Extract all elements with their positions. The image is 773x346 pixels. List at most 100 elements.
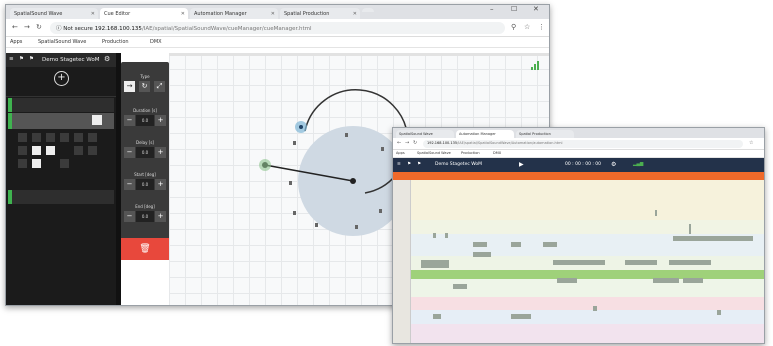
source-marker[interactable]: [259, 159, 271, 171]
flag-icon[interactable]: ⚑: [29, 56, 34, 62]
automation-block[interactable]: [655, 210, 657, 216]
bookmark-spatialsound-wave[interactable]: SpatialSound Wave: [417, 151, 451, 155]
automation-block[interactable]: [433, 233, 436, 238]
url-field[interactable]: ⓘ Not secure 192.168.100.135/IAE/spatial…: [50, 22, 505, 34]
tab-spatial-production[interactable]: Spatial Production: [516, 130, 574, 138]
automation-lanes[interactable]: [393, 180, 764, 343]
reload-icon[interactable]: ↻: [36, 23, 42, 31]
speaker-icon[interactable]: [345, 133, 348, 137]
back-icon[interactable]: ←: [12, 23, 18, 31]
pad-key[interactable]: [18, 146, 27, 155]
start-value[interactable]: 0.0: [136, 179, 154, 190]
bookmark-apps[interactable]: Apps: [10, 39, 22, 45]
toggle-icon[interactable]: [92, 115, 102, 125]
pad-key[interactable]: [88, 133, 97, 142]
automation-block[interactable]: [445, 233, 448, 238]
close-tab-icon[interactable]: ✕: [353, 11, 357, 17]
menu-icon[interactable]: ≡: [9, 56, 14, 62]
increment-button[interactable]: +: [155, 211, 166, 222]
pad-key[interactable]: [18, 159, 27, 168]
bookmark-production[interactable]: Production: [461, 151, 480, 155]
automation-block[interactable]: [473, 252, 491, 257]
delay-value[interactable]: 0.0: [136, 147, 154, 158]
back-icon[interactable]: ←: [397, 140, 401, 146]
speaker-icon[interactable]: [355, 225, 358, 229]
bookmark-spatialsound-wave[interactable]: SpatialSound Wave: [38, 39, 86, 45]
bookmark-apps[interactable]: Apps: [396, 151, 405, 155]
bookmark-dmx[interactable]: DMX: [150, 39, 162, 45]
url-field[interactable]: 192.168.100.135/IAE/spatial/SpatialSound…: [423, 140, 743, 148]
forward-icon[interactable]: →: [405, 140, 409, 146]
cue-item[interactable]: [8, 98, 114, 112]
speaker-icon[interactable]: [289, 181, 292, 185]
maximize-icon[interactable]: ☐: [511, 5, 517, 13]
speaker-icon[interactable]: [293, 141, 296, 145]
pad-key[interactable]: [46, 146, 55, 155]
menu-icon[interactable]: ⋮: [538, 23, 545, 31]
pad-key[interactable]: [60, 133, 69, 142]
automation-block[interactable]: [557, 278, 577, 283]
automation-block[interactable]: [511, 314, 531, 319]
pad-key[interactable]: [88, 146, 97, 155]
pad-key[interactable]: [46, 133, 55, 142]
automation-block[interactable]: [625, 260, 657, 265]
pad-key[interactable]: [18, 133, 27, 142]
menu-icon[interactable]: ≡: [397, 162, 401, 167]
end-value[interactable]: 0.0: [136, 211, 154, 222]
cue-item[interactable]: [8, 190, 114, 204]
expand-icon[interactable]: ⤢: [154, 81, 165, 92]
add-cue-button[interactable]: +: [54, 71, 69, 86]
automation-block[interactable]: [673, 236, 753, 241]
new-tab-button[interactable]: [362, 8, 374, 12]
close-tab-icon[interactable]: ✕: [91, 11, 95, 17]
settings-icon[interactable]: ⚙: [611, 161, 616, 168]
star-icon[interactable]: ☆: [524, 23, 530, 31]
close-tab-icon[interactable]: ✕: [271, 11, 275, 17]
lane[interactable]: [393, 279, 764, 297]
lane[interactable]: [393, 310, 764, 324]
lane[interactable]: [393, 297, 764, 310]
automation-block[interactable]: [683, 278, 703, 283]
bookmark-dmx[interactable]: DMX: [493, 151, 501, 155]
automation-block[interactable]: [473, 242, 487, 247]
pad-key[interactable]: [74, 146, 83, 155]
rotate-icon[interactable]: ↻: [139, 81, 150, 92]
close-window-icon[interactable]: ✕: [533, 5, 539, 13]
increment-button[interactable]: +: [155, 179, 166, 190]
minimize-icon[interactable]: –: [490, 5, 494, 13]
automation-block[interactable]: [511, 242, 521, 247]
position-handle[interactable]: [350, 178, 356, 184]
arrow-right-icon[interactable]: →: [124, 81, 135, 92]
play-icon[interactable]: ▶: [519, 161, 524, 168]
speaker-icon[interactable]: [315, 223, 318, 227]
pad-key[interactable]: [74, 133, 83, 142]
reload-icon[interactable]: ↻: [413, 140, 417, 146]
automation-block[interactable]: [543, 242, 557, 247]
lane[interactable]: [393, 324, 764, 343]
automation-block[interactable]: [717, 310, 721, 315]
zoom-icon[interactable]: ⚲: [511, 23, 516, 31]
timeline-ruler[interactable]: [393, 172, 764, 180]
automation-block[interactable]: [593, 306, 597, 311]
automation-block[interactable]: [433, 314, 441, 319]
increment-button[interactable]: +: [155, 115, 166, 126]
automation-block[interactable]: [421, 260, 449, 268]
speaker-icon[interactable]: [293, 211, 296, 215]
star-icon[interactable]: ☆: [749, 140, 753, 146]
speaker-icon[interactable]: [379, 209, 382, 213]
flag-icon[interactable]: ⚑: [19, 56, 24, 62]
decrement-button[interactable]: −: [124, 211, 135, 222]
settings-icon[interactable]: ⚙: [104, 55, 110, 63]
forward-icon[interactable]: →: [24, 23, 30, 31]
flag-icon[interactable]: ⚑: [407, 162, 411, 167]
cue-item-selected[interactable]: [8, 113, 114, 129]
lane-selected[interactable]: [393, 270, 764, 279]
flag-icon[interactable]: ⚑: [417, 162, 421, 167]
automation-block[interactable]: [553, 260, 605, 265]
decrement-button[interactable]: −: [124, 147, 135, 158]
pad-key[interactable]: [32, 133, 41, 142]
tab-spatialsound-wave[interactable]: SpatialSound Wave: [396, 130, 454, 138]
automation-block[interactable]: [689, 224, 691, 234]
duration-value[interactable]: 0.0: [136, 115, 154, 126]
decrement-button[interactable]: −: [124, 115, 135, 126]
